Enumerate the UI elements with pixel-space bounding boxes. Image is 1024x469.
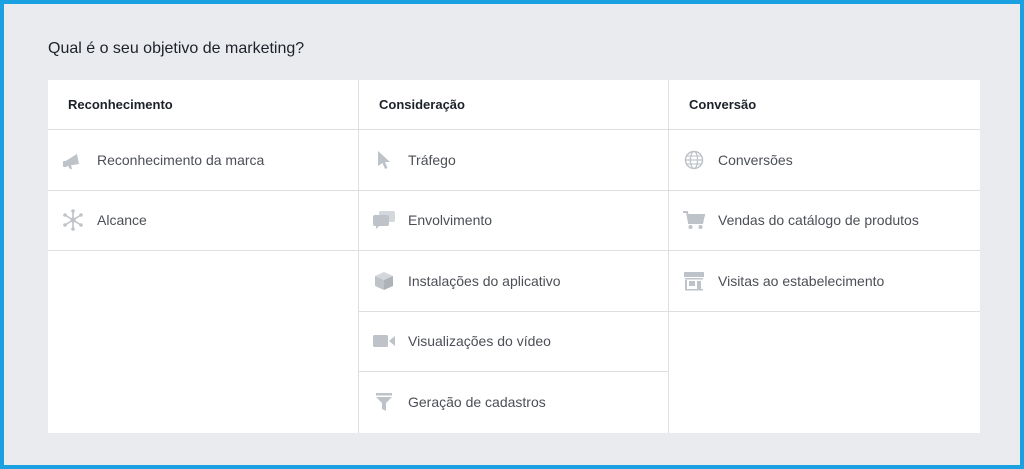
box-icon [371,269,397,293]
objective-label: Tráfego [408,151,456,168]
reach-icon [60,208,86,232]
column-consideracao: Consideração Tráfego Envolvimento Instal… [359,80,669,433]
column-reconhecimento: Reconhecimento Reconhecimento da marca A… [48,80,359,433]
column-conversao: Conversão Conversões Vendas do catálogo … [669,80,980,433]
shopping-cart-icon [681,208,707,232]
objective-store-visits[interactable]: Visitas ao estabelecimento [669,251,980,312]
objective-app-installs[interactable]: Instalações do aplicativo [359,251,668,312]
column-header-reconhecimento: Reconhecimento [48,80,358,130]
objective-traffic[interactable]: Tráfego [359,130,668,191]
objective-video-views[interactable]: Visualizações do vídeo [359,312,668,372]
objective-label: Instalações do aplicativo [408,272,561,289]
objective-reach[interactable]: Alcance [48,191,358,251]
objective-brand-awareness[interactable]: Reconhecimento da marca [48,130,358,191]
chat-bubbles-icon [371,208,397,232]
column-header-conversao: Conversão [669,80,980,130]
objective-label: Alcance [97,212,147,229]
objective-label: Geração de cadastros [408,394,546,411]
objective-label: Reconhecimento da marca [97,151,265,168]
screenshot-frame: Qual é o seu objetivo de marketing? Reco… [0,0,1024,469]
objective-engagement[interactable]: Envolvimento [359,191,668,251]
video-camera-icon [371,329,397,353]
column-header-consideracao: Consideração [359,80,668,130]
megaphone-icon [60,148,86,172]
objective-label: Visitas ao estabelecimento [718,272,885,289]
objective-label: Conversões [718,151,793,168]
objective-lead-generation[interactable]: Geração de cadastros [359,372,668,433]
store-icon [681,269,707,293]
objective-label: Vendas do catálogo de produtos [718,212,919,229]
funnel-icon [371,390,397,414]
page-title: Qual é o seu objetivo de marketing? [48,40,305,57]
objective-conversions[interactable]: Conversões [669,130,980,191]
objective-catalog-sales[interactable]: Vendas do catálogo de produtos [669,191,980,251]
objective-label: Visualizações do vídeo [408,333,551,350]
globe-icon [681,148,707,172]
cursor-icon [371,148,397,172]
objective-label: Envolvimento [408,212,493,229]
objectives-panel: Reconhecimento Reconhecimento da marca A… [48,80,980,433]
